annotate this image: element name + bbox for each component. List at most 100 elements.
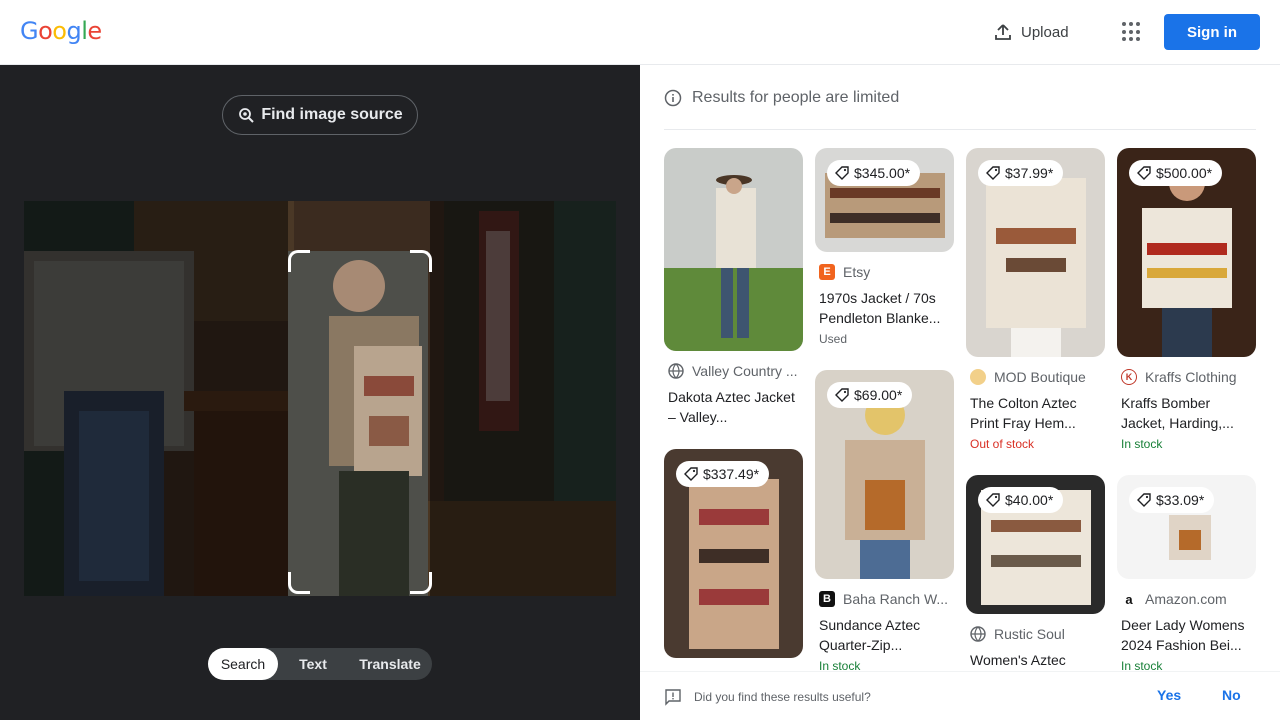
- result-source-name: Kraffs Clothing: [1145, 369, 1237, 385]
- result-source[interactable]: B Baha Ranch W...: [815, 591, 954, 607]
- result-source[interactable]: K Kraffs Clothing: [1117, 369, 1256, 385]
- price-tag-icon: [835, 388, 849, 402]
- results-limited-text: Results for people are limited: [692, 89, 900, 106]
- result-status: In stock: [1121, 437, 1163, 451]
- price-tag: $337.49*: [676, 461, 770, 487]
- globe-icon: [970, 626, 986, 642]
- result-card[interactable]: $500.00* K Kraffs Clothing Kraffs Bomber…: [1117, 148, 1256, 451]
- price-value: $345.00*: [854, 165, 911, 181]
- result-source-name: Etsy: [843, 264, 871, 280]
- result-thumbnail[interactable]: $345.00*: [815, 148, 954, 252]
- logo-letter: o: [38, 17, 53, 45]
- price-tag-icon: [986, 493, 1000, 507]
- feedback-question-text: Did you find these results useful?: [694, 690, 871, 704]
- upload-button[interactable]: Upload: [993, 20, 1069, 44]
- results-panel: Results for people are limited Valley Co…: [640, 65, 1280, 720]
- result-card[interactable]: $37.99* MOD Boutique The Colton Aztec Pr…: [966, 148, 1105, 451]
- logo-letter: e: [87, 17, 102, 45]
- price-value: $37.99*: [1005, 165, 1054, 181]
- feedback-question: Did you find these results useful?: [664, 688, 871, 706]
- result-card[interactable]: $33.09* a Amazon.com Deer Lady Womens 20…: [1117, 475, 1256, 673]
- price-tag-icon: [835, 166, 849, 180]
- price-tag: $345.00*: [827, 160, 921, 186]
- amazon-icon: a: [1121, 591, 1137, 607]
- price-value: $500.00*: [1156, 165, 1213, 181]
- crop-selection-box[interactable]: [288, 250, 432, 594]
- price-tag: $33.09*: [1129, 487, 1215, 513]
- result-source[interactable]: a Amazon.com: [1117, 591, 1256, 607]
- result-source[interactable]: Rustic Soul: [966, 626, 1105, 642]
- feedback-icon: [665, 689, 681, 706]
- result-title[interactable]: The Colton Aztec Print Fray Hem...: [966, 393, 1105, 433]
- upload-label: Upload: [1021, 23, 1069, 41]
- result-source-name: Amazon.com: [1145, 591, 1227, 607]
- price-value: $337.49*: [703, 466, 760, 482]
- logo-letter: G: [20, 17, 39, 45]
- find-image-source-label: Find image source: [261, 106, 403, 123]
- price-tag-icon: [684, 467, 698, 481]
- result-title[interactable]: Women's Aztec: [966, 650, 1105, 670]
- result-source-name: Rustic Soul: [994, 626, 1065, 642]
- lens-image-panel: Find image source Search Text Translate: [0, 65, 640, 720]
- result-source[interactable]: Valley Country ...: [664, 363, 803, 379]
- upload-icon: [995, 24, 1011, 40]
- price-tag: $40.00*: [978, 487, 1064, 513]
- feedback-yes-button[interactable]: Yes: [1157, 687, 1181, 703]
- result-card[interactable]: $337.49*: [664, 449, 803, 658]
- info-icon: [664, 89, 682, 107]
- result-card[interactable]: Valley Country ... Dakota Aztec Jacket –…: [664, 148, 803, 427]
- result-title[interactable]: Deer Lady Womens 2024 Fashion Bei...: [1117, 615, 1256, 655]
- lens-mode-switcher: Search Text Translate: [208, 648, 432, 680]
- result-title[interactable]: Sundance Aztec Quarter-Zip...: [815, 615, 954, 655]
- price-tag-icon: [1137, 166, 1151, 180]
- feedback-no-button[interactable]: No: [1222, 687, 1241, 703]
- price-tag-icon: [1137, 493, 1151, 507]
- logo-letter: g: [66, 17, 82, 45]
- result-thumbnail[interactable]: $37.99*: [966, 148, 1105, 357]
- result-thumbnail[interactable]: $40.00*: [966, 475, 1105, 614]
- mode-search-tab[interactable]: Search: [208, 648, 278, 680]
- etsy-icon: E: [819, 264, 835, 280]
- result-source[interactable]: E Etsy: [815, 264, 954, 280]
- results-limited-notice: Results for people are limited: [664, 89, 899, 107]
- header: Google Upload Sign in: [0, 0, 1280, 65]
- result-source-name: Baha Ranch W...: [843, 591, 949, 607]
- price-value: $33.09*: [1156, 492, 1205, 508]
- result-status: Used: [819, 332, 848, 346]
- price-tag-icon: [986, 166, 1000, 180]
- result-thumbnail[interactable]: $337.49*: [664, 449, 803, 658]
- price-value: $69.00*: [854, 387, 903, 403]
- result-thumbnail[interactable]: $500.00*: [1117, 148, 1256, 357]
- result-card[interactable]: $69.00* B Baha Ranch W... Sundance Aztec…: [815, 370, 954, 673]
- apps-grid-icon[interactable]: [1122, 22, 1142, 42]
- result-title[interactable]: Kraffs Bomber Jacket, Harding,...: [1117, 393, 1256, 433]
- result-card[interactable]: $40.00* Rustic Soul Women's Aztec: [966, 475, 1105, 670]
- result-card[interactable]: $345.00* E Etsy 1970s Jacket / 70s Pendl…: [815, 148, 954, 346]
- result-thumbnail[interactable]: [664, 148, 803, 351]
- mode-translate-tab[interactable]: Translate: [348, 648, 432, 680]
- feedback-bar: Did you find these results useful? Yes N…: [640, 671, 1280, 720]
- price-tag: $500.00*: [1129, 160, 1223, 186]
- baha-ranch-icon: B: [819, 591, 835, 607]
- price-tag: $69.00*: [827, 382, 913, 408]
- result-status: Out of stock: [970, 437, 1035, 451]
- result-source-name: Valley Country ...: [692, 363, 798, 379]
- google-logo[interactable]: Google: [20, 17, 102, 45]
- globe-icon: [668, 363, 684, 379]
- result-thumbnail[interactable]: $69.00*: [815, 370, 954, 579]
- mod-boutique-icon: [970, 369, 986, 385]
- lens-search-icon: [239, 108, 255, 123]
- result-title[interactable]: Dakota Aztec Jacket – Valley...: [664, 387, 803, 427]
- result-thumbnail[interactable]: $33.09*: [1117, 475, 1256, 579]
- logo-letter: o: [52, 17, 67, 45]
- price-tag: $37.99*: [978, 160, 1064, 186]
- result-source-name: MOD Boutique: [994, 369, 1086, 385]
- kraffs-icon: K: [1121, 369, 1137, 385]
- result-source[interactable]: MOD Boutique: [966, 369, 1105, 385]
- price-value: $40.00*: [1005, 492, 1054, 508]
- result-title[interactable]: 1970s Jacket / 70s Pendleton Blanke...: [815, 288, 954, 328]
- find-image-source-button[interactable]: Find image source: [222, 95, 418, 135]
- sign-in-button[interactable]: Sign in: [1164, 14, 1260, 50]
- mode-text-tab[interactable]: Text: [278, 648, 348, 680]
- divider: [664, 129, 1256, 130]
